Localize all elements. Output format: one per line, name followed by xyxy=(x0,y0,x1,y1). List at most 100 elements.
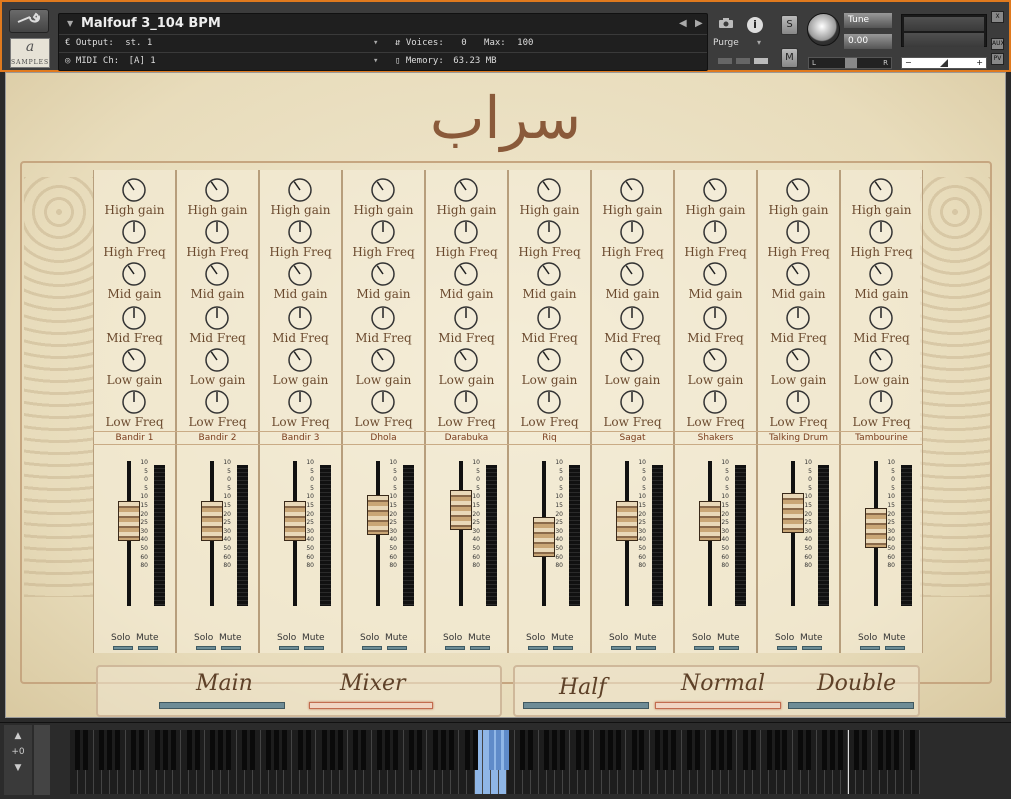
eq-knob[interactable] xyxy=(702,305,728,331)
black-key[interactable] xyxy=(83,730,89,770)
black-key[interactable] xyxy=(131,730,137,770)
output-dropdown-icon[interactable]: ▾ xyxy=(373,38,378,48)
black-key[interactable] xyxy=(631,730,637,770)
octave-control[interactable]: ▲ +0 ▼ xyxy=(4,725,32,795)
volume-plus[interactable]: + xyxy=(976,58,983,67)
black-key[interactable] xyxy=(75,730,81,770)
eq-knob[interactable] xyxy=(121,261,147,287)
black-key[interactable] xyxy=(726,730,732,770)
black-key[interactable] xyxy=(528,730,534,770)
black-key[interactable] xyxy=(504,730,510,770)
eq-knob[interactable] xyxy=(702,219,728,245)
eq-knob[interactable] xyxy=(868,261,894,287)
piano-keyboard[interactable] xyxy=(70,730,920,794)
eq-knob[interactable] xyxy=(370,347,396,373)
eq-knob[interactable] xyxy=(785,177,811,203)
solo-button[interactable] xyxy=(113,646,133,650)
solo-button[interactable] xyxy=(445,646,465,650)
normal-label[interactable]: Normal xyxy=(681,671,765,696)
double-button[interactable] xyxy=(788,702,914,709)
mute-button[interactable] xyxy=(719,646,739,650)
eq-knob[interactable] xyxy=(536,389,562,415)
mute-button[interactable] xyxy=(885,646,905,650)
eq-knob[interactable] xyxy=(868,177,894,203)
black-key[interactable] xyxy=(321,730,327,770)
black-key[interactable] xyxy=(353,730,359,770)
eq-knob[interactable] xyxy=(536,305,562,331)
solo-button[interactable] xyxy=(694,646,714,650)
eq-knob[interactable] xyxy=(370,219,396,245)
black-key[interactable] xyxy=(742,730,748,770)
black-key[interactable] xyxy=(281,730,287,770)
black-key[interactable] xyxy=(329,730,335,770)
close-button[interactable]: X xyxy=(991,11,1004,23)
instrument-name[interactable]: Malfouf 3_104 BPM xyxy=(81,16,221,31)
black-key[interactable] xyxy=(377,730,383,770)
eq-knob[interactable] xyxy=(121,177,147,203)
eq-knob[interactable] xyxy=(785,305,811,331)
mixer-button[interactable] xyxy=(309,702,433,709)
black-key[interactable] xyxy=(782,730,788,770)
black-key[interactable] xyxy=(750,730,756,770)
info-icon[interactable]: i xyxy=(747,17,763,33)
eq-knob[interactable] xyxy=(702,177,728,203)
pan-handle[interactable] xyxy=(845,58,857,68)
black-key[interactable] xyxy=(409,730,415,770)
pan-slider[interactable]: L R xyxy=(808,57,892,69)
double-label[interactable]: Double xyxy=(817,671,896,696)
black-key[interactable] xyxy=(162,730,168,770)
max-value[interactable]: 100 xyxy=(517,38,533,48)
mute-button[interactable] xyxy=(802,646,822,650)
eq-knob[interactable] xyxy=(370,305,396,331)
eq-knob[interactable] xyxy=(287,347,313,373)
eq-knob[interactable] xyxy=(536,347,562,373)
eq-knob[interactable] xyxy=(702,389,728,415)
mute-instrument-button[interactable]: M xyxy=(781,48,798,68)
purge-dropdown-icon[interactable]: ▾ xyxy=(757,38,761,47)
black-key[interactable] xyxy=(671,730,677,770)
black-key[interactable] xyxy=(544,730,550,770)
eq-knob[interactable] xyxy=(453,177,479,203)
eq-knob[interactable] xyxy=(204,347,230,373)
black-key[interactable] xyxy=(766,730,772,770)
eq-knob[interactable] xyxy=(204,177,230,203)
eq-knob[interactable] xyxy=(536,219,562,245)
main-label[interactable]: Main xyxy=(196,671,253,696)
half-button[interactable] xyxy=(523,702,649,709)
black-key[interactable] xyxy=(305,730,311,770)
eq-knob[interactable] xyxy=(785,347,811,373)
next-arrow-icon[interactable]: ▶ xyxy=(695,18,703,29)
black-key[interactable] xyxy=(242,730,248,770)
eq-knob[interactable] xyxy=(619,347,645,373)
black-key[interactable] xyxy=(154,730,160,770)
black-key[interactable] xyxy=(186,730,192,770)
black-key[interactable] xyxy=(710,730,716,770)
black-key[interactable] xyxy=(838,730,844,770)
black-key[interactable] xyxy=(877,730,883,770)
solo-button[interactable] xyxy=(279,646,299,650)
black-key[interactable] xyxy=(822,730,828,770)
eq-knob[interactable] xyxy=(370,261,396,287)
eq-knob[interactable] xyxy=(204,305,230,331)
main-button[interactable] xyxy=(159,702,285,709)
black-key[interactable] xyxy=(440,730,446,770)
pv-button[interactable]: PV xyxy=(991,53,1004,65)
eq-knob[interactable] xyxy=(619,219,645,245)
tune-knob[interactable] xyxy=(807,13,840,46)
black-key[interactable] xyxy=(432,730,438,770)
wrench-icon[interactable] xyxy=(9,9,49,33)
eq-knob[interactable] xyxy=(287,305,313,331)
eq-knob[interactable] xyxy=(370,177,396,203)
black-key[interactable] xyxy=(560,730,566,770)
midi-value[interactable]: [A] 1 xyxy=(129,56,156,66)
black-key[interactable] xyxy=(909,730,915,770)
black-key[interactable] xyxy=(607,730,613,770)
eq-knob[interactable] xyxy=(453,389,479,415)
eq-knob[interactable] xyxy=(619,389,645,415)
eq-knob[interactable] xyxy=(536,177,562,203)
camera-icon[interactable] xyxy=(713,17,738,35)
black-key[interactable] xyxy=(274,730,280,770)
solo-instrument-button[interactable]: S xyxy=(781,15,798,35)
eq-knob[interactable] xyxy=(868,389,894,415)
eq-knob[interactable] xyxy=(453,305,479,331)
